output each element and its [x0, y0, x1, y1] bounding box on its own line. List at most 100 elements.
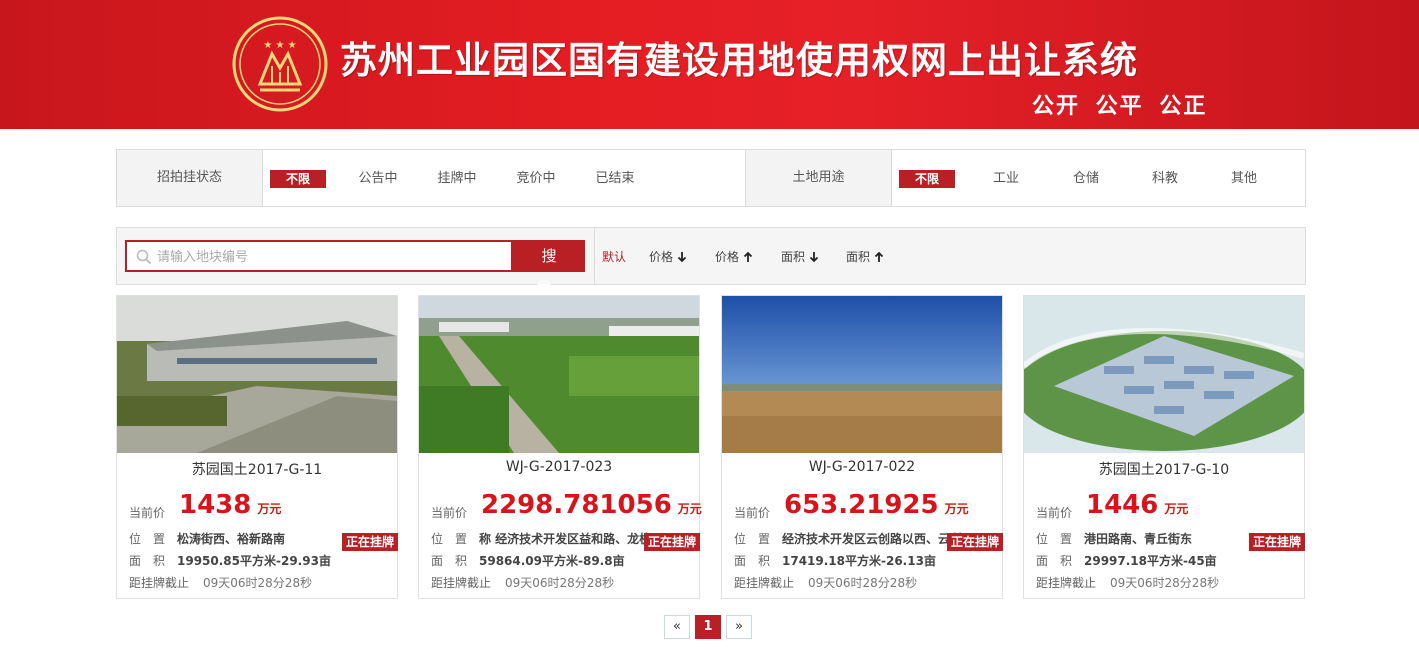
area-label: 面 积 — [129, 554, 166, 568]
svg-text:★ ★ ★: ★ ★ ★ — [263, 40, 296, 51]
sort-price-desc[interactable]: 价格 — [649, 248, 687, 266]
sort-price-asc[interactable]: 价格 — [715, 248, 753, 266]
countdown-value: 09天06时28分28秒 — [505, 576, 615, 590]
page-1-button[interactable]: 1 — [695, 615, 721, 639]
status-badge: 正在挂牌 — [1248, 533, 1305, 551]
sort-default[interactable]: 默认 — [602, 248, 626, 266]
status-filter-bidding[interactable]: 竞价中 — [511, 170, 561, 188]
filter-panel: 招拍挂状态 不限 公告中 挂牌中 竞价中 已结束 土地用途 不限 工业 仓储 科… — [116, 149, 1306, 207]
deadline-label: 距挂牌截止 — [1036, 576, 1097, 590]
land-card[interactable]: WJ-G-2017-023 当前价 2298.781056 万元 位 置称 经济技… — [418, 295, 702, 599]
area-label: 面 积 — [431, 554, 468, 568]
usage-filter-industrial[interactable]: 工业 — [981, 170, 1031, 188]
land-photo[interactable] — [1024, 296, 1304, 453]
usage-filter-education[interactable]: 科教 — [1140, 170, 1190, 188]
land-name: 苏园国土2017-G-11 — [191, 462, 323, 478]
area-row: 面 积 17419.18平方米-26.13亩 — [734, 552, 936, 569]
arrow-up-icon — [874, 251, 884, 262]
land-name: WJ-G-2017-022 — [808, 459, 916, 475]
land-card[interactable]: 苏园国土2017-G-11 当前价 1438 万元 位 置松涛街西、裕新路南 正在… — [116, 295, 398, 599]
land-name: WJ-G-2017-023 — [505, 459, 613, 475]
status-filter-ended[interactable]: 已结束 — [590, 170, 640, 188]
sort-price-asc-label: 价格 — [715, 250, 740, 264]
next-page-button[interactable]: » — [726, 615, 752, 639]
search-input[interactable] — [157, 245, 507, 269]
price-label: 当前价 — [129, 506, 166, 520]
price-unit: 万元 — [1164, 502, 1189, 516]
status-filter-announcing[interactable]: 公告中 — [353, 170, 403, 188]
sort-price-desc-label: 价格 — [649, 250, 674, 264]
land-photo[interactable] — [419, 296, 699, 453]
sort-area-desc-label: 面积 — [781, 250, 806, 264]
usage-filter-other[interactable]: 其他 — [1219, 170, 1269, 188]
divider — [891, 150, 892, 206]
status-filter-label: 招拍挂状态 — [117, 150, 262, 206]
location-label: 位 置 — [129, 532, 166, 546]
status-badge: 正在挂牌 — [643, 533, 700, 551]
emblem-logo-icon: ★ ★ ★ — [232, 16, 328, 112]
price-label: 当前价 — [734, 506, 771, 520]
sort-area-desc[interactable]: 面积 — [781, 248, 819, 266]
usage-filter-label: 土地用途 — [746, 150, 891, 206]
price-unit: 万元 — [257, 502, 282, 516]
land-card[interactable]: WJ-G-2017-022 当前价 653.21925 万元 位 置经济技术开发区… — [721, 295, 1003, 599]
location-label: 位 置 — [734, 532, 771, 546]
status-filter-all[interactable]: 不限 — [270, 170, 326, 188]
deadline-label: 距挂牌截止 — [129, 576, 190, 590]
land-photo[interactable] — [117, 296, 397, 453]
price-value: 2298.781056 万元 — [481, 490, 702, 520]
deadline-row: 距挂牌截止 09天06时28分28秒 — [1036, 574, 1219, 591]
status-badge: 正在挂牌 — [946, 533, 1003, 551]
price-number: 1438 — [179, 490, 252, 520]
site-slogan: 公开 公平 公正 — [1032, 94, 1208, 119]
header-banner: ★ ★ ★ 苏州工业园区国有建设用地使用权网上出让系统 公开 公平 公正 — [0, 0, 1419, 129]
price-number: 1446 — [1086, 490, 1159, 520]
price-value: 1446 万元 — [1086, 490, 1188, 520]
sort-area-asc[interactable]: 面积 — [846, 248, 884, 266]
price-value: 1438 万元 — [179, 490, 281, 520]
usage-filter-all[interactable]: 不限 — [899, 170, 955, 188]
location-value: 松涛街西、裕新路南 — [177, 532, 286, 546]
search-button[interactable]: 搜 索 — [513, 240, 585, 297]
deadline-label: 距挂牌截止 — [431, 576, 492, 590]
area-label: 面 积 — [734, 554, 771, 568]
location-value: 称 经济技术开发区益和路、龙杭 — [479, 532, 652, 546]
deadline-row: 距挂牌截止 09天06时28分28秒 — [431, 574, 614, 591]
divider — [594, 228, 595, 284]
site-title: 苏州工业园区国有建设用地使用权网上出让系统 — [340, 39, 1138, 82]
land-name: 苏园国土2017-G-10 — [1098, 462, 1230, 478]
land-photo[interactable] — [722, 296, 1002, 453]
arrow-down-icon — [809, 252, 819, 263]
price-number: 653.21925 — [784, 490, 939, 520]
countdown-value: 09天06时28分28秒 — [203, 576, 313, 590]
land-card[interactable]: 苏园国土2017-G-10 当前价 1446 万元 位 置港田路南、青丘街东 正在… — [1023, 295, 1305, 599]
sort-default-label: 默认 — [602, 250, 627, 264]
area-value: 19950.85平方米-29.93亩 — [177, 554, 331, 568]
deadline-row: 距挂牌截止 09天06时28分28秒 — [129, 574, 312, 591]
price-unit: 万元 — [677, 502, 702, 516]
countdown-value: 09天06时28分28秒 — [808, 576, 918, 590]
location-value: 港田路南、青丘街东 — [1084, 532, 1193, 546]
price-unit: 万元 — [944, 502, 969, 516]
divider — [262, 150, 263, 206]
location-label: 位 置 — [431, 532, 468, 546]
arrow-up-icon — [743, 251, 753, 262]
location-value: 经济技术开发区云创路以西、云梨 — [782, 532, 963, 546]
usage-filter-warehouse[interactable]: 仓储 — [1061, 170, 1111, 188]
area-label: 面 积 — [1036, 554, 1073, 568]
price-number: 2298.781056 — [481, 490, 672, 520]
status-badge: 正在挂牌 — [341, 533, 398, 551]
price-label: 当前价 — [1036, 506, 1073, 520]
search-sort-bar: 搜 索 默认 价格 价格 面积 面积 — [116, 227, 1306, 297]
status-filter-listing[interactable]: 挂牌中 — [432, 170, 482, 188]
price-label: 当前价 — [431, 506, 468, 520]
area-value: 59864.09平方米-89.8亩 — [479, 554, 625, 568]
deadline-row: 距挂牌截止 09天06时28分28秒 — [734, 574, 917, 591]
prev-page-button[interactable]: « — [664, 615, 690, 639]
area-row: 面 积 19950.85平方米-29.93亩 — [129, 552, 331, 569]
search-icon — [136, 249, 152, 265]
area-value: 29997.18平方米-45亩 — [1084, 554, 1217, 568]
countdown-value: 09天06时28分28秒 — [1110, 576, 1220, 590]
area-value: 17419.18平方米-26.13亩 — [782, 554, 936, 568]
area-row: 面 积 29997.18平方米-45亩 — [1036, 552, 1217, 569]
